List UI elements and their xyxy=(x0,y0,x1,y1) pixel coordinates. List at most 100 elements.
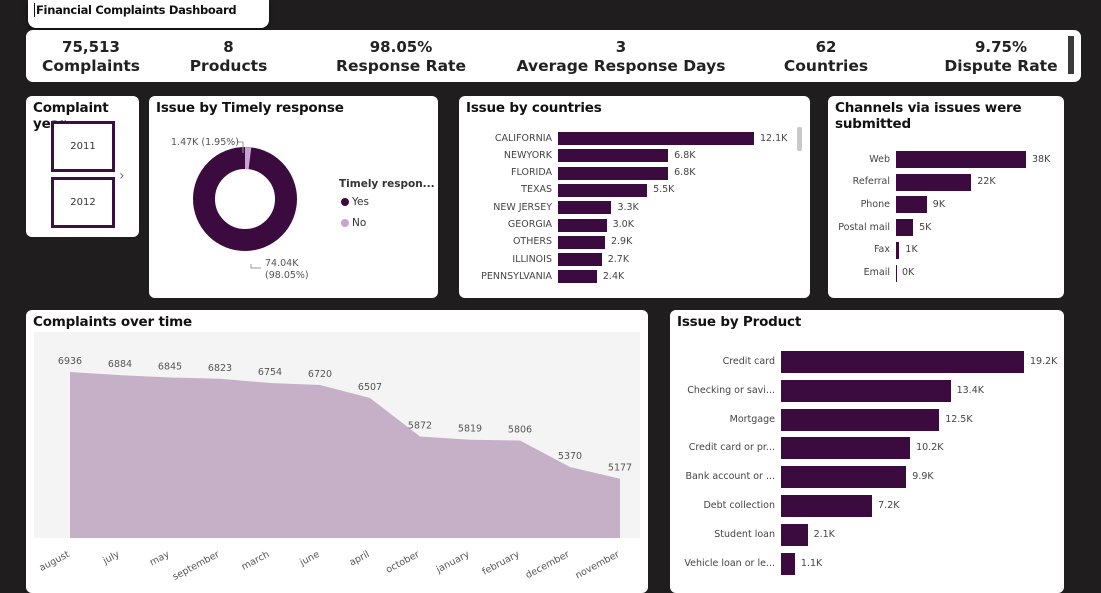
data-label: 6845 xyxy=(158,361,182,372)
legend-item-yes[interactable]: Yes xyxy=(341,196,369,208)
bar[interactable] xyxy=(896,264,897,282)
legend-label: No xyxy=(352,217,367,229)
kpi-label: Average Response Days xyxy=(516,57,726,75)
category-label: Mortgage xyxy=(729,413,775,425)
bar[interactable] xyxy=(558,183,648,197)
bar[interactable] xyxy=(558,270,597,284)
category-label: FLORIDA xyxy=(511,167,552,179)
bar[interactable] xyxy=(558,218,607,232)
x-tick-label: june xyxy=(297,549,321,569)
timely-donut-chart: 1.47K (1.95%) 74.04K (98.05%) xyxy=(171,137,309,281)
complaints-over-time-card: Complaints over time 6936 august 6884 july 6… xyxy=(26,310,648,593)
bar[interactable] xyxy=(896,196,927,214)
chart-title-line-2: submitted xyxy=(835,116,911,132)
bar[interactable] xyxy=(781,408,940,431)
data-label: 12.1K xyxy=(760,132,788,144)
category-label: Fax xyxy=(873,244,890,256)
data-label: 13.4K xyxy=(956,384,984,396)
bar[interactable] xyxy=(558,201,612,215)
kpi-label: Products xyxy=(189,57,268,75)
data-label: 0K xyxy=(902,267,915,278)
data-label: 19.2K xyxy=(1030,356,1058,367)
yes-leader-line xyxy=(250,264,261,269)
category-label: PENNSYLVANIA xyxy=(481,270,552,282)
data-label: 2.7K xyxy=(607,253,630,265)
chart-title: Issue by Product xyxy=(677,314,802,330)
bar[interactable] xyxy=(558,149,669,163)
countries-scrollbar[interactable] xyxy=(797,127,802,151)
kpi-scrollbar[interactable] xyxy=(1068,36,1074,74)
data-label: 6.8K xyxy=(674,167,696,179)
bar[interactable] xyxy=(781,495,873,517)
data-label: 6823 xyxy=(208,363,232,374)
bar[interactable] xyxy=(781,552,795,575)
x-tick-label: august xyxy=(37,549,71,574)
category-label: Vehicle loan or le... xyxy=(684,557,775,569)
data-label: 5K xyxy=(919,221,932,233)
data-label: 2.4K xyxy=(602,270,625,282)
data-label: 9.9K xyxy=(912,471,934,483)
category-label: NEW JERSEY xyxy=(493,201,552,213)
category-label: Bank account or ... xyxy=(685,471,775,483)
bar[interactable] xyxy=(896,151,1026,168)
category-label: Phone xyxy=(860,198,890,210)
x-tick-label: july xyxy=(100,549,121,567)
year-option-2012[interactable]: 2012 xyxy=(51,177,115,228)
data-label: 22K xyxy=(977,176,996,188)
legend-dot-icon xyxy=(341,219,349,227)
bar[interactable] xyxy=(896,241,900,259)
bar[interactable] xyxy=(558,166,669,180)
bar[interactable] xyxy=(558,235,605,249)
data-label: 6507 xyxy=(358,382,382,393)
bar[interactable] xyxy=(558,132,754,145)
data-label: 10.2K xyxy=(916,442,944,454)
category-label: Referral xyxy=(852,176,890,188)
category-label: Postal mail xyxy=(838,221,890,233)
data-label: 5177 xyxy=(608,463,632,474)
category-label: CALIFORNIA xyxy=(494,132,552,144)
data-label: 5819 xyxy=(458,424,482,435)
bar[interactable] xyxy=(781,437,911,460)
kpi-label: Countries xyxy=(783,57,869,75)
data-label: 9K xyxy=(932,198,946,210)
category-label: Credit card or pr... xyxy=(688,442,775,454)
bar[interactable] xyxy=(781,523,808,546)
data-label: 7.2K xyxy=(878,500,900,511)
x-tick-label: may xyxy=(148,549,172,569)
kpi-value: 8 xyxy=(223,38,234,56)
data-label: 2.1K xyxy=(813,528,835,540)
x-tick-label: september xyxy=(171,549,222,583)
data-label: 3.3K xyxy=(617,201,639,213)
bar[interactable] xyxy=(558,253,602,267)
channels-card: Channels via issues were submitted Web 38… xyxy=(828,96,1064,298)
dashboard-title-card: Financial Complaints Dashboard xyxy=(28,0,269,28)
legend-item-no[interactable]: No xyxy=(341,217,366,229)
kpi-label: Dispute Rate xyxy=(944,57,1058,75)
bar[interactable] xyxy=(896,173,972,191)
donut-slice-yes[interactable] xyxy=(193,147,297,251)
data-label: 5806 xyxy=(508,425,532,436)
data-label: 38K xyxy=(1032,153,1051,165)
year-option-2011[interactable]: 2011 xyxy=(51,121,115,172)
bar[interactable] xyxy=(781,466,907,489)
data-label: 5.5K xyxy=(653,184,675,196)
kpi-value: 3 xyxy=(615,38,627,56)
legend-label: Yes xyxy=(352,196,369,208)
x-tick-label: november xyxy=(574,549,622,581)
kpi-bar: 75,513 Complaints 8 Products 98.05% Resp… xyxy=(26,30,1081,82)
chart-title: Issue by countries xyxy=(466,100,602,116)
bar[interactable] xyxy=(781,379,951,402)
category-label: Checking or savi... xyxy=(687,384,775,396)
dashboard-title: Financial Complaints Dashboard xyxy=(34,3,237,17)
x-tick-label: february xyxy=(480,549,521,578)
chevron-right-icon[interactable]: › xyxy=(119,168,125,184)
bar[interactable] xyxy=(896,219,914,237)
data-label: 5872 xyxy=(408,421,432,432)
x-tick-label: october xyxy=(384,549,421,576)
kpi-response-rate: 98.05% Response Rate xyxy=(326,38,476,76)
data-label: 6936 xyxy=(58,356,82,367)
complaint-year-slicer: Complaint year 2011 2012 › xyxy=(26,96,139,237)
bar[interactable] xyxy=(781,351,1024,373)
kpi-value: 75,513 xyxy=(62,38,120,56)
x-tick-label: january xyxy=(434,549,472,576)
